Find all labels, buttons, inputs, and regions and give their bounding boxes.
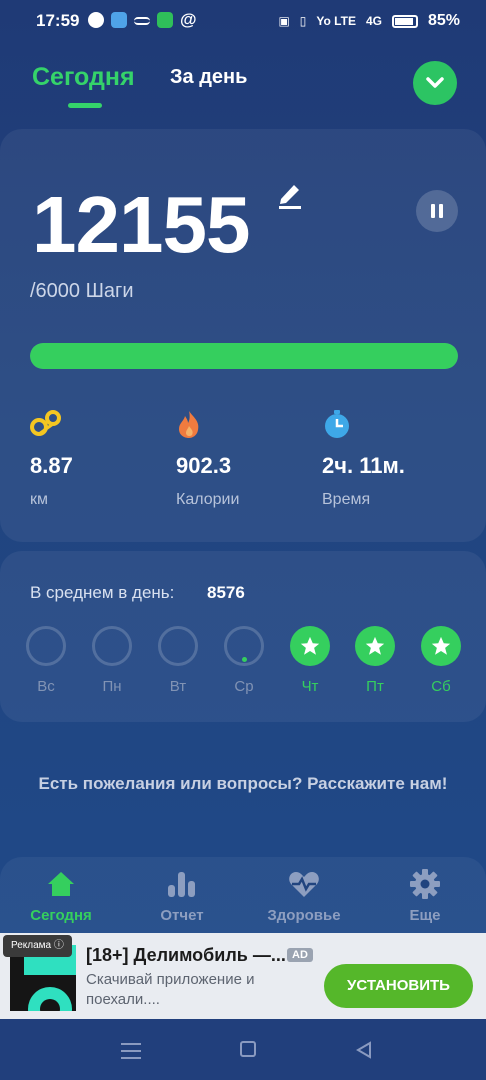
day-label: Сб	[431, 678, 451, 695]
star-icon	[431, 636, 451, 655]
heart-pulse-icon	[289, 872, 319, 897]
calories-label: Калории	[176, 491, 240, 508]
bottom-nav: Сегодня Отчет Здоровье Еще	[0, 857, 486, 937]
pause-icon	[431, 204, 435, 218]
calories-value: 902.3	[176, 453, 232, 478]
app-icon	[111, 12, 127, 28]
nav-report-label: Отчет	[160, 907, 204, 924]
day-indicator: Вт	[158, 626, 198, 695]
distance-icon	[30, 410, 61, 436]
tab-underline	[68, 103, 102, 108]
day-indicator: Пт	[355, 626, 395, 695]
day-label: Пт	[366, 678, 384, 695]
ad-banner[interactable]: Реклама ⓘ [18+] Делимобиль —... AD Скачи…	[0, 933, 486, 1019]
battery-percent: 85%	[427, 12, 460, 29]
day-progress-dot	[242, 657, 247, 662]
day-indicator: Ср	[224, 626, 264, 695]
nav-today[interactable]: Сегодня	[6, 869, 116, 924]
ad-tag-label: Реклама	[11, 940, 52, 951]
nav-report[interactable]: Отчет	[127, 869, 237, 924]
bar-chart-icon	[168, 872, 195, 897]
day-label: Пн	[102, 678, 122, 695]
nav-health-label: Здоровье	[267, 907, 341, 924]
distance-label: км	[30, 491, 48, 508]
nfc-icon: ▣	[278, 14, 290, 28]
chat-icon	[88, 12, 104, 28]
nav-more[interactable]: Еще	[370, 869, 480, 924]
pause-icon-bar	[439, 204, 443, 218]
ad-title: [18+] Делимобиль —...	[86, 945, 286, 965]
chevron-down-icon	[426, 77, 444, 88]
pause-button[interactable]	[416, 190, 458, 232]
week-days: Вс Пн Вт Ср Чт Пт Сб	[26, 626, 466, 706]
stat-time: 2ч. 11м. Время	[322, 409, 452, 509]
time-label: Время	[322, 491, 371, 508]
app-green-icon	[157, 12, 173, 28]
day-indicator: Пн	[92, 626, 132, 695]
average-label: В среднем в день:	[30, 583, 175, 602]
day-ring	[158, 626, 198, 666]
day-star-circle	[421, 626, 461, 666]
top-tabs: Сегодня За день	[0, 55, 486, 115]
steps-progress-fill	[30, 343, 458, 369]
nav-health[interactable]: Здоровье	[249, 869, 359, 924]
day-ring	[224, 626, 264, 666]
ad-description: Скачивай приложение и поехали....	[86, 971, 255, 1008]
status-icons-left: @	[88, 10, 197, 29]
flame-icon	[179, 411, 199, 438]
day-indicator: Вс	[26, 626, 66, 695]
tab-today[interactable]: Сегодня	[32, 63, 135, 92]
system-nav-bar	[0, 1019, 486, 1080]
steps-progress-bar	[30, 343, 458, 369]
nav-more-label: Еще	[409, 907, 441, 924]
battery-icon	[391, 14, 418, 28]
steps-goal: /6000 Шаги	[30, 280, 134, 302]
day-label: Вс	[37, 678, 55, 695]
steps-card: 12155 /6000 Шаги 8.87 км 902.3 Калории 2…	[0, 129, 486, 542]
signal-4g-icon: 4G	[365, 14, 382, 28]
ad-tag: Реклама ⓘ	[3, 935, 72, 957]
status-time: 17:59	[36, 11, 80, 30]
ad-badge: AD	[287, 948, 313, 962]
volte-icon: Yo LTE	[316, 14, 356, 28]
steps-count: 12155	[32, 180, 250, 269]
day-indicator: Чт	[290, 626, 330, 695]
back-button[interactable]	[356, 1041, 372, 1059]
nav-today-label: Сегодня	[30, 907, 92, 924]
at-icon: @	[180, 10, 197, 29]
edit-icon[interactable]	[277, 181, 303, 209]
tab-day[interactable]: За день	[170, 66, 247, 89]
day-star-circle	[290, 626, 330, 666]
dropdown-button[interactable]	[413, 61, 457, 105]
stat-calories: 902.3 Калории	[176, 409, 306, 509]
day-star-circle	[355, 626, 395, 666]
home-icon	[48, 872, 74, 896]
clock-icon	[325, 410, 349, 438]
vibrate-icon: ▯	[299, 14, 307, 28]
day-ring	[26, 626, 66, 666]
day-ring	[92, 626, 132, 666]
info-icon[interactable]: ⓘ	[54, 940, 64, 951]
recent-apps-button[interactable]	[121, 1043, 141, 1064]
average-value: 8576	[207, 583, 245, 602]
distance-value: 8.87	[30, 453, 73, 478]
lines-icon	[134, 17, 150, 25]
day-label: Чт	[301, 678, 319, 695]
home-button[interactable]	[240, 1041, 256, 1057]
gear-icon	[410, 869, 440, 899]
star-icon	[365, 636, 385, 655]
day-indicator: Сб	[421, 626, 461, 695]
install-button[interactable]: УСТАНОВИТЬ	[324, 964, 473, 1008]
time-value: 2ч. 11м.	[322, 453, 405, 478]
status-icons-right: ▣ ▯ Yo LTE 4G 85%	[278, 12, 460, 30]
star-icon	[300, 636, 320, 655]
day-label: Ср	[234, 678, 254, 695]
feedback-link[interactable]: Есть пожелания или вопросы? Расскажите н…	[30, 772, 456, 796]
status-bar: 17:59 @ ▣ ▯ Yo LTE 4G 85%	[0, 0, 486, 44]
day-label: Вт	[169, 678, 187, 695]
average-card: В среднем в день: 8576 Вс Пн Вт Ср Чт Пт Сб	[0, 551, 486, 722]
stat-distance: 8.87 км	[30, 409, 160, 509]
